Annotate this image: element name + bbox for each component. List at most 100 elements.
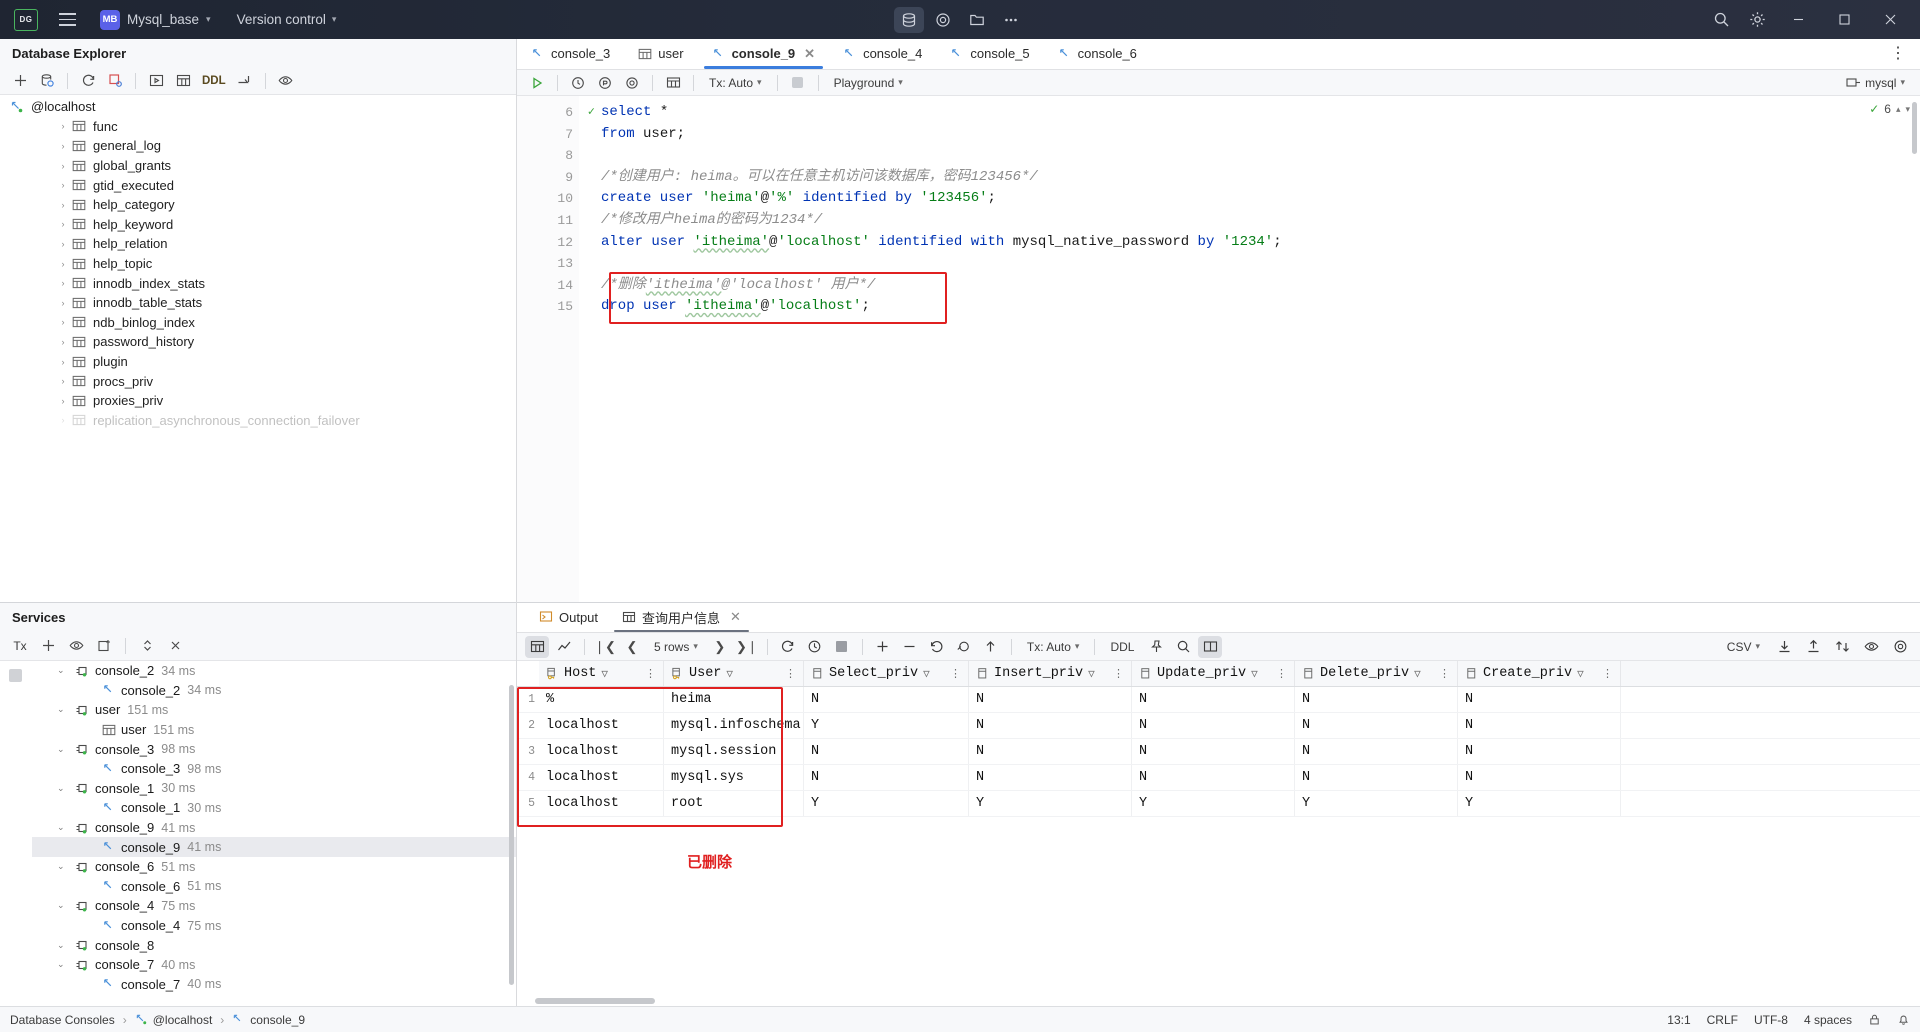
tree-item-gtid_executed[interactable]: › gtid_executed: [0, 175, 516, 195]
filter-icon[interactable]: ▽: [1088, 667, 1095, 681]
preview-eye-icon[interactable]: [274, 70, 298, 92]
revert-icon[interactable]: [925, 636, 949, 658]
maximize-button[interactable]: [1822, 0, 1866, 39]
chart-view-icon[interactable]: [552, 636, 576, 658]
version-control-menu[interactable]: Version control ▾: [237, 12, 337, 27]
grid-cell[interactable]: N: [1132, 713, 1295, 738]
settings-gear-icon[interactable]: [1888, 636, 1912, 658]
filter-icon[interactable]: ▽: [1414, 667, 1421, 681]
grid-cell[interactable]: N: [1295, 713, 1458, 738]
database-config-icon[interactable]: [35, 70, 59, 92]
grid-cell[interactable]: N: [969, 739, 1132, 764]
table-row[interactable]: 5 localhost root Y Y Y Y Y: [517, 791, 1920, 817]
grid-cell[interactable]: Y: [1132, 791, 1295, 816]
tree-item-replication_asynchronous_connection_failover[interactable]: › replication_asynchronous_connection_fai…: [0, 411, 516, 431]
export-icon[interactable]: [1772, 636, 1796, 658]
grid-column-header-Host[interactable]: Host ▽ ⋮: [539, 661, 664, 686]
chevron-down-icon[interactable]: ⌄: [57, 665, 70, 676]
tab-output[interactable]: Output: [527, 602, 610, 632]
caret-position[interactable]: 13:1: [1667, 1013, 1690, 1027]
services-item-console_6-10[interactable]: ⌄ console_6 51 ms: [0, 857, 516, 877]
new-query-console-icon[interactable]: [103, 70, 127, 92]
grid-column-header-Delete_priv[interactable]: Delete_priv ▽ ⋮: [1295, 661, 1458, 686]
grid-cell[interactable]: N: [1458, 739, 1621, 764]
close-all-icon[interactable]: [163, 635, 187, 657]
add-icon[interactable]: [8, 70, 32, 92]
chevron-down-icon[interactable]: ⌄: [57, 900, 70, 911]
chevron-right-icon[interactable]: ›: [56, 337, 70, 347]
stop-process-icon[interactable]: [9, 669, 22, 682]
grid-cell[interactable]: root: [664, 791, 804, 816]
tree-item-help_topic[interactable]: › help_topic: [0, 254, 516, 274]
services-item-console_3-5[interactable]: console_3 98 ms: [0, 759, 516, 779]
editor-tab-console_5[interactable]: console_5: [936, 38, 1043, 69]
chevron-right-icon[interactable]: ›: [56, 317, 70, 327]
chevron-right-icon[interactable]: ›: [56, 298, 70, 308]
grid-cell[interactable]: localhost: [539, 713, 664, 738]
services-item-console_3-4[interactable]: ⌄ console_3 98 ms: [0, 739, 516, 759]
database-icon[interactable]: [894, 6, 924, 33]
column-menu-icon[interactable]: ⋮: [1113, 667, 1124, 681]
reload-icon[interactable]: [776, 636, 800, 658]
minimize-button[interactable]: [1776, 0, 1820, 39]
chevron-right-icon[interactable]: ›: [56, 396, 70, 406]
value-editor-icon[interactable]: [1198, 635, 1223, 658]
grid-cell[interactable]: Y: [969, 791, 1132, 816]
next-page-icon[interactable]: ❯: [708, 636, 732, 658]
chevron-right-icon[interactable]: ›: [56, 219, 70, 229]
grid-cell[interactable]: N: [1295, 687, 1458, 712]
column-menu-icon[interactable]: ⋮: [1439, 667, 1450, 681]
grid-cell[interactable]: Y: [804, 791, 969, 816]
remove-row-icon[interactable]: [898, 636, 922, 658]
search-icon[interactable]: [1704, 5, 1738, 35]
grid-cell[interactable]: N: [1132, 739, 1295, 764]
chevron-right-icon[interactable]: ›: [56, 161, 70, 171]
indent-setting[interactable]: 4 spaces: [1804, 1013, 1852, 1027]
filter-icon[interactable]: ▽: [923, 667, 930, 681]
services-item-console_4-12[interactable]: ⌄ console_4 75 ms: [0, 896, 516, 916]
services-item-user-3[interactable]: user 151 ms: [0, 720, 516, 740]
close-icon[interactable]: ✕: [804, 46, 815, 62]
schema-selector[interactable]: Playground ▾: [827, 75, 910, 91]
grid-cell[interactable]: N: [969, 713, 1132, 738]
column-menu-icon[interactable]: ⋮: [645, 667, 656, 681]
tx-icon[interactable]: Tx: [8, 635, 32, 657]
inspection-widget[interactable]: ✓ 6 ▴ ▾: [1869, 102, 1910, 116]
find-icon[interactable]: [1171, 636, 1195, 658]
filter-icon[interactable]: ▽: [726, 667, 733, 681]
services-item-console_2-1[interactable]: console_2 34 ms: [0, 681, 516, 701]
database-tree[interactable]: @localhost › func › general_log › global_gran…: [0, 95, 516, 602]
filter-icon[interactable]: ▽: [1251, 667, 1258, 681]
folder-icon[interactable]: [962, 7, 992, 33]
stop-icon[interactable]: [786, 72, 810, 94]
grid-cell[interactable]: N: [1458, 713, 1621, 738]
services-item-console_7-15[interactable]: ⌄ console_7 40 ms: [0, 955, 516, 975]
grid-cell[interactable]: N: [1295, 765, 1458, 790]
history-clock-icon[interactable]: [566, 72, 590, 94]
chevron-down-icon[interactable]: ⌄: [57, 822, 70, 833]
code-line-12[interactable]: alter user 'itheima'@'localhost' identif…: [579, 232, 1920, 254]
services-tree[interactable]: ⌄ console_2 34 ms console_2 34 ms ⌄ user 151 ms…: [0, 661, 516, 1006]
editor-tab-console_4[interactable]: console_4: [829, 38, 936, 69]
code-line-8[interactable]: [579, 145, 1920, 167]
services-item-console_8-14[interactable]: ⌄ console_8: [0, 935, 516, 955]
table-row[interactable]: 4 localhost mysql.sys N N N N N: [517, 765, 1920, 791]
grid-cell[interactable]: N: [804, 687, 969, 712]
add-row-icon[interactable]: [871, 636, 895, 658]
services-item-console_9-8[interactable]: ⌄ console_9 41 ms: [0, 818, 516, 838]
grid-cell[interactable]: localhost: [539, 765, 664, 790]
grid-cell[interactable]: N: [969, 765, 1132, 790]
chevron-right-icon[interactable]: ›: [56, 357, 70, 367]
column-menu-icon[interactable]: ⋮: [950, 667, 961, 681]
services-item-console_2-0[interactable]: ⌄ console_2 34 ms: [0, 661, 516, 681]
settings-gear-icon[interactable]: [620, 72, 644, 94]
table-row[interactable]: 3 localhost mysql.session N N N N N: [517, 739, 1920, 765]
session-selector[interactable]: mysql ▾: [1839, 75, 1912, 91]
add-icon[interactable]: [36, 635, 60, 657]
file-encoding[interactable]: UTF-8: [1754, 1013, 1788, 1027]
tree-item-innodb_table_stats[interactable]: › innodb_table_stats: [0, 293, 516, 313]
tree-item-help_relation[interactable]: › help_relation: [0, 234, 516, 254]
table-row[interactable]: 1% heima N N N N N: [517, 687, 1920, 713]
tree-item-password_history[interactable]: › password_history: [0, 332, 516, 352]
lock-icon[interactable]: [1868, 1013, 1881, 1026]
